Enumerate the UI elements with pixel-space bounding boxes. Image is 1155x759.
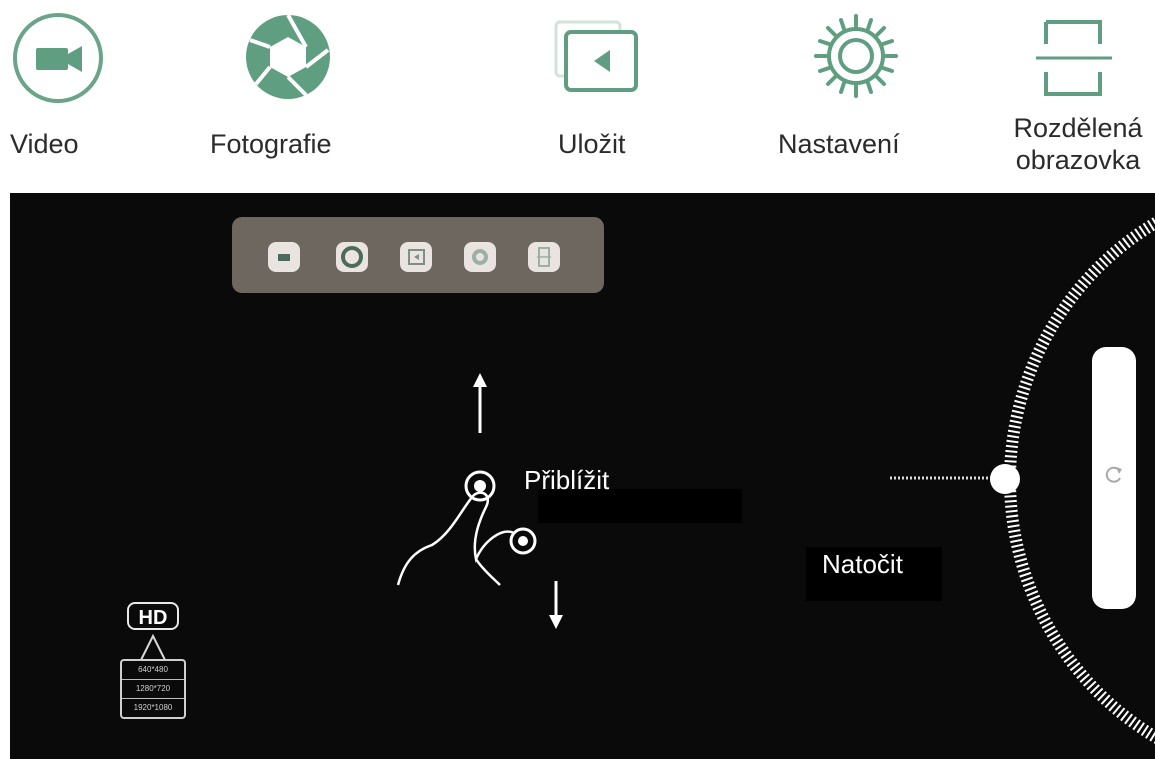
camera-shutter-icon[interactable]: [244, 10, 332, 104]
camera-preview[interactable]: Přiblížit Natočit HD 640*480 1280*720 19…: [10, 193, 1155, 759]
mini-photo-button[interactable]: [336, 242, 368, 272]
mini-save-button[interactable]: [400, 242, 432, 272]
rotate-label: Natočit: [822, 549, 903, 579]
gallery-save-icon[interactable]: [552, 18, 644, 98]
mini-shutter-icon: [341, 246, 363, 268]
rotate-refresh-icon[interactable]: [1103, 464, 1125, 486]
hd-badge[interactable]: HD: [127, 602, 179, 630]
mini-split-button[interactable]: [528, 242, 560, 272]
split-screen-label-line2: obrazovka: [1015, 145, 1141, 175]
mini-video-button[interactable]: [268, 242, 300, 272]
resolution-list: 640*480 1280*720 1920*1080: [120, 659, 186, 719]
mini-gear-icon: [472, 249, 488, 265]
resolution-option[interactable]: 1920*1080: [122, 699, 184, 717]
mini-split-icon: [537, 247, 551, 267]
mini-gallery-icon: [408, 249, 425, 265]
mini-toolbar: [232, 217, 604, 293]
side-control-panel[interactable]: [1092, 347, 1136, 609]
resolution-option[interactable]: 640*480: [122, 661, 184, 680]
mini-video-icon: [278, 254, 290, 261]
video-camera-icon[interactable]: [10, 10, 106, 106]
photo-label: Fotografie: [210, 129, 332, 159]
zoom-label: Přiblížit: [524, 465, 610, 495]
mini-settings-button[interactable]: [464, 242, 496, 272]
save-label: Uložit: [558, 129, 626, 159]
split-screen-icon[interactable]: [1034, 16, 1114, 100]
split-screen-label: Rozdělená obrazovka: [1008, 112, 1148, 176]
hd-pointer-icon: [140, 633, 166, 660]
resolution-option[interactable]: 1280*720: [122, 680, 184, 699]
split-screen-label-line1: Rozdělená: [1013, 113, 1143, 143]
settings-label: Nastavení: [778, 129, 900, 159]
video-label: Video: [10, 129, 79, 159]
gear-icon[interactable]: [812, 12, 900, 100]
